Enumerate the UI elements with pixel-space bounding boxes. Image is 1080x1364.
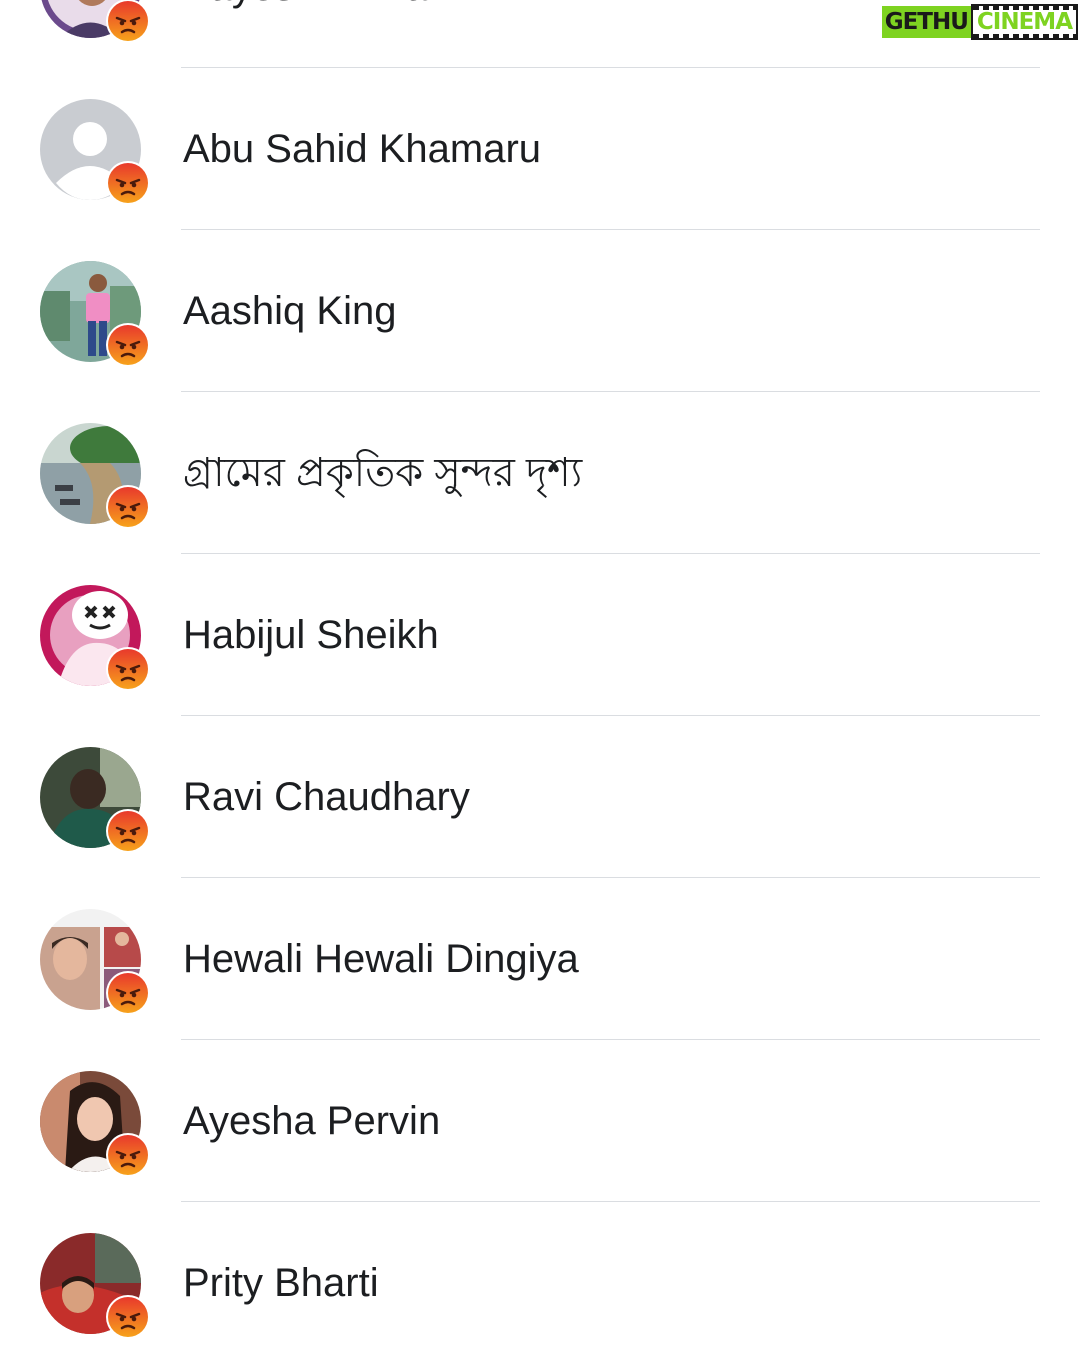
list-item[interactable]: গ্রামের প্রকৃতিক সুন্দর দৃশ্য: [0, 392, 1080, 554]
person-name[interactable]: Aashiq King: [183, 230, 396, 392]
angry-reaction-icon: [106, 1295, 150, 1339]
list-item[interactable]: Ravi Chaudhary: [0, 716, 1080, 878]
list-item[interactable]: Abu Sahid Khamaru: [0, 68, 1080, 230]
channel-watermark: GETHU CINEMA: [881, 2, 1078, 42]
angry-reaction-icon: [106, 1133, 150, 1177]
avatar[interactable]: [40, 0, 150, 43]
angry-reaction-icon: [106, 485, 150, 529]
angry-reaction-icon: [106, 971, 150, 1015]
avatar[interactable]: [40, 585, 150, 691]
avatar[interactable]: [40, 1071, 150, 1177]
person-name[interactable]: Habijul Sheikh: [183, 554, 439, 716]
avatar[interactable]: [40, 1233, 150, 1339]
angry-reaction-icon: [106, 809, 150, 853]
avatar[interactable]: [40, 261, 150, 367]
list-item[interactable]: Hewali Hewali Dingiya: [0, 878, 1080, 1040]
list-item[interactable]: Prity Bharti: [0, 1202, 1080, 1364]
reactions-people-list: Aayesh Akmal: [0, 0, 1080, 1364]
angry-reaction-icon: [106, 647, 150, 691]
avatar[interactable]: [40, 747, 150, 853]
list-item[interactable]: Ayesha Pervin: [0, 1040, 1080, 1202]
person-name[interactable]: Ayesha Pervin: [183, 1040, 440, 1202]
avatar[interactable]: [40, 99, 150, 205]
angry-reaction-icon: [106, 161, 150, 205]
avatar[interactable]: [40, 423, 150, 529]
angry-reaction-icon: [106, 323, 150, 367]
watermark-left-text: GETHU: [881, 6, 971, 38]
person-name[interactable]: Prity Bharti: [183, 1202, 379, 1364]
avatar[interactable]: [40, 909, 150, 1015]
person-name[interactable]: Ravi Chaudhary: [183, 716, 470, 878]
angry-reaction-icon: [106, 0, 150, 43]
person-name[interactable]: Abu Sahid Khamaru: [183, 68, 541, 230]
watermark-right-text: CINEMA: [970, 4, 1078, 40]
list-item[interactable]: Habijul Sheikh: [0, 554, 1080, 716]
person-name[interactable]: Hewali Hewali Dingiya: [183, 878, 579, 1040]
person-name[interactable]: গ্রামের প্রকৃতিক সুন্দর দৃশ্য: [183, 392, 582, 554]
list-item[interactable]: Aashiq King: [0, 230, 1080, 392]
person-name[interactable]: Aayesh Akmal: [183, 0, 436, 68]
